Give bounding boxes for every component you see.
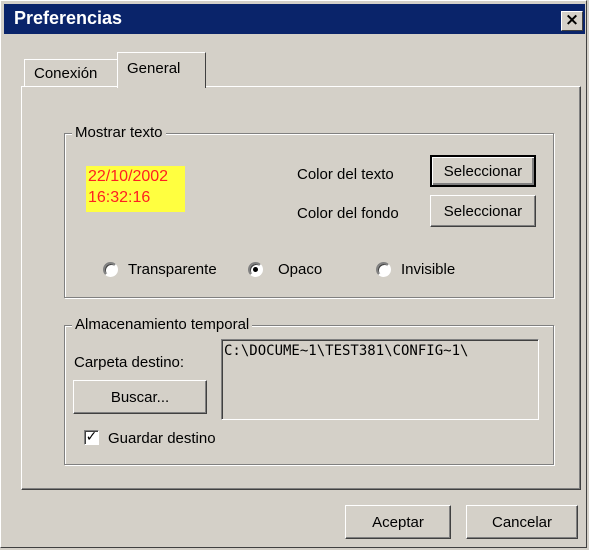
color-fondo-label: Color del fondo <box>297 205 399 222</box>
radio-opaco-label[interactable]: Opaco <box>278 261 322 278</box>
radio-selected-dot <box>253 267 258 272</box>
buscar-label: Buscar... <box>110 388 170 406</box>
seleccionar-texto-label: Seleccionar <box>443 162 523 180</box>
close-button[interactable]: × <box>561 11 583 31</box>
radio-transparente-label[interactable]: Transparente <box>128 261 217 278</box>
window-title: Preferencias <box>14 8 123 28</box>
carpeta-destino-value: C:\DOCUME~1\TEST381\CONFIG~1\ <box>224 343 469 359</box>
tab-general-label: General <box>127 60 181 77</box>
radio-invisible[interactable] <box>376 262 391 277</box>
guardar-destino-label[interactable]: Guardar destino <box>108 430 216 447</box>
seleccionar-color-fondo-button[interactable]: Seleccionar <box>430 195 536 227</box>
almacenamiento-label: Almacenamiento temporal <box>72 316 253 333</box>
radio-opaco[interactable] <box>248 262 263 277</box>
radio-transparente[interactable] <box>103 262 118 277</box>
aceptar-button[interactable]: Aceptar <box>345 505 451 539</box>
carpeta-destino-field[interactable]: C:\DOCUME~1\TEST381\CONFIG~1\ <box>221 339 539 420</box>
seleccionar-fondo-label: Seleccionar <box>443 202 523 220</box>
buscar-button[interactable]: Buscar... <box>73 380 207 414</box>
preview-text: 22/10/2002 16:32:16 <box>86 166 185 212</box>
mostrar-texto-label: Mostrar texto <box>72 124 166 141</box>
tab-conexion-label: Conexión <box>34 65 98 82</box>
seleccionar-color-texto-button[interactable]: Seleccionar <box>430 155 536 187</box>
title-bar[interactable]: Preferencias × <box>4 4 585 34</box>
aceptar-label: Aceptar <box>372 513 424 531</box>
radio-invisible-label[interactable]: Invisible <box>401 261 455 278</box>
guardar-destino-checkbox[interactable]: ✓ <box>84 430 99 445</box>
cancelar-label: Cancelar <box>491 513 553 531</box>
tab-general[interactable]: General <box>117 52 206 88</box>
carpeta-destino-label: Carpeta destino: <box>74 354 185 371</box>
color-texto-label: Color del texto <box>297 166 394 183</box>
close-icon: × <box>564 10 580 30</box>
cancelar-button[interactable]: Cancelar <box>466 505 578 539</box>
preview-time: 16:32:16 <box>88 189 151 206</box>
tab-conexion[interactable]: Conexión <box>24 59 118 86</box>
preview-date: 22/10/2002 <box>88 168 169 185</box>
check-icon: ✓ <box>85 429 98 445</box>
